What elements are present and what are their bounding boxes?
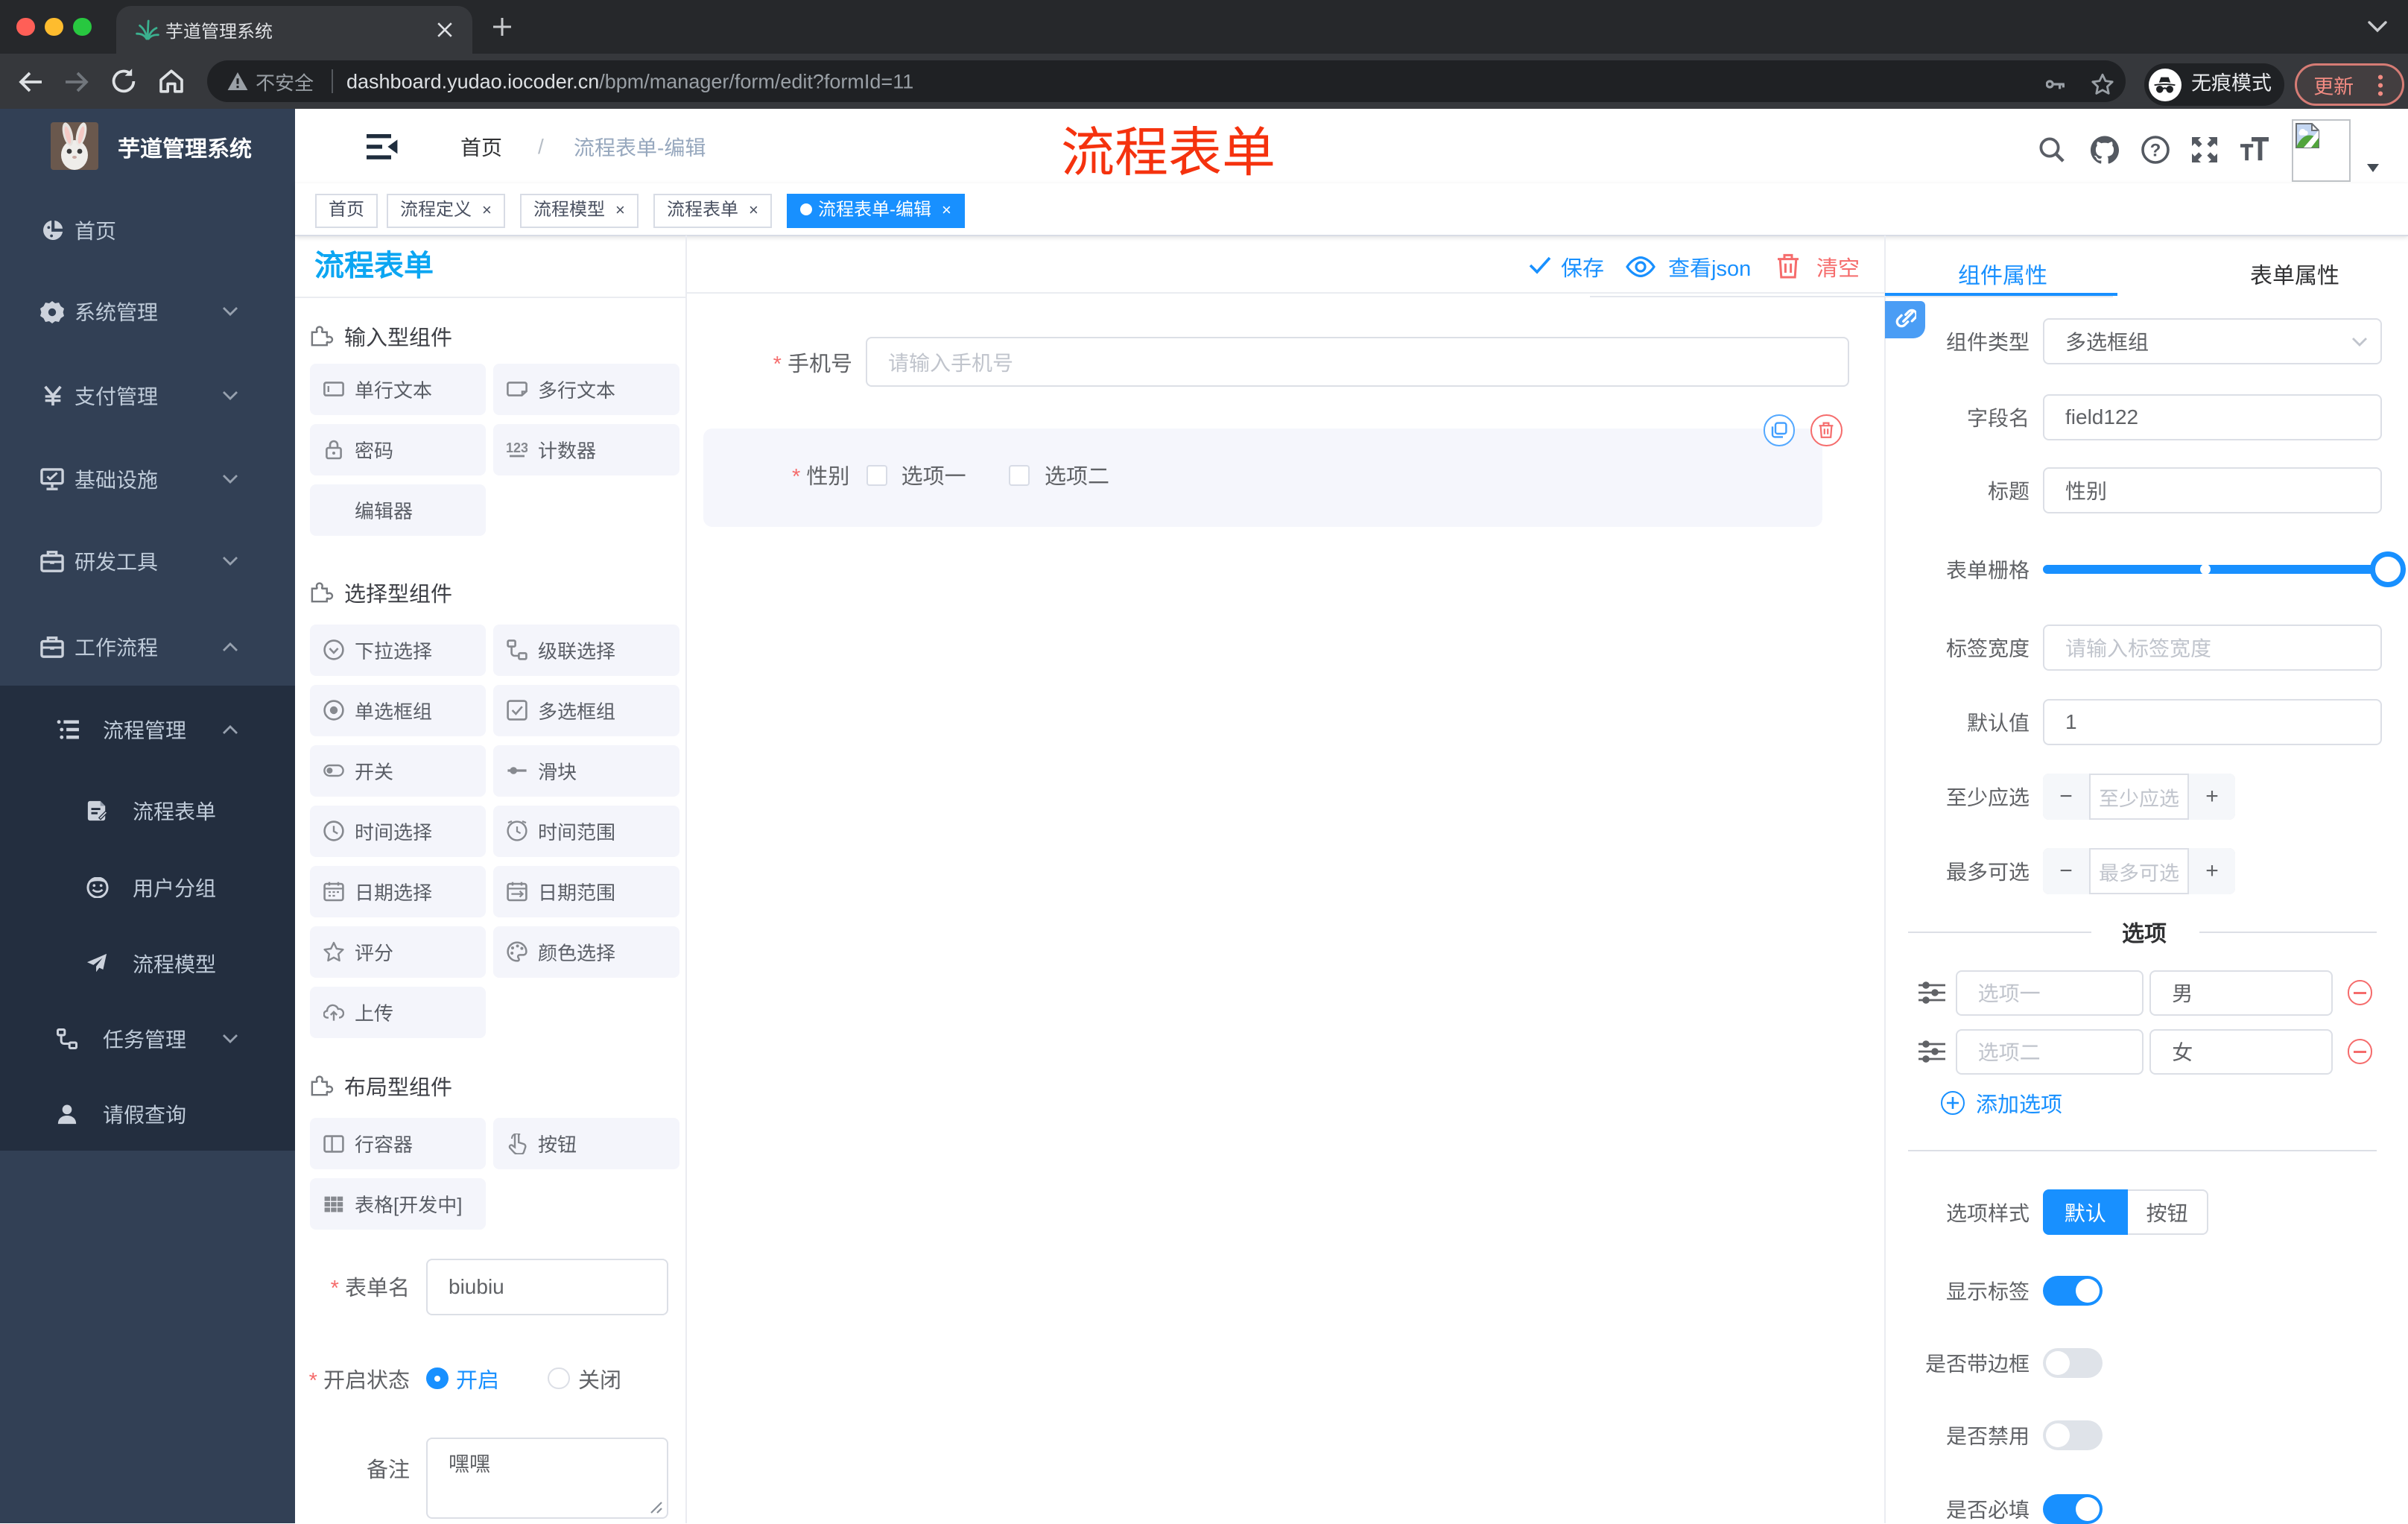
svg-text:123: 123 [507, 440, 527, 455]
svg-text:?: ? [2150, 141, 2161, 161]
